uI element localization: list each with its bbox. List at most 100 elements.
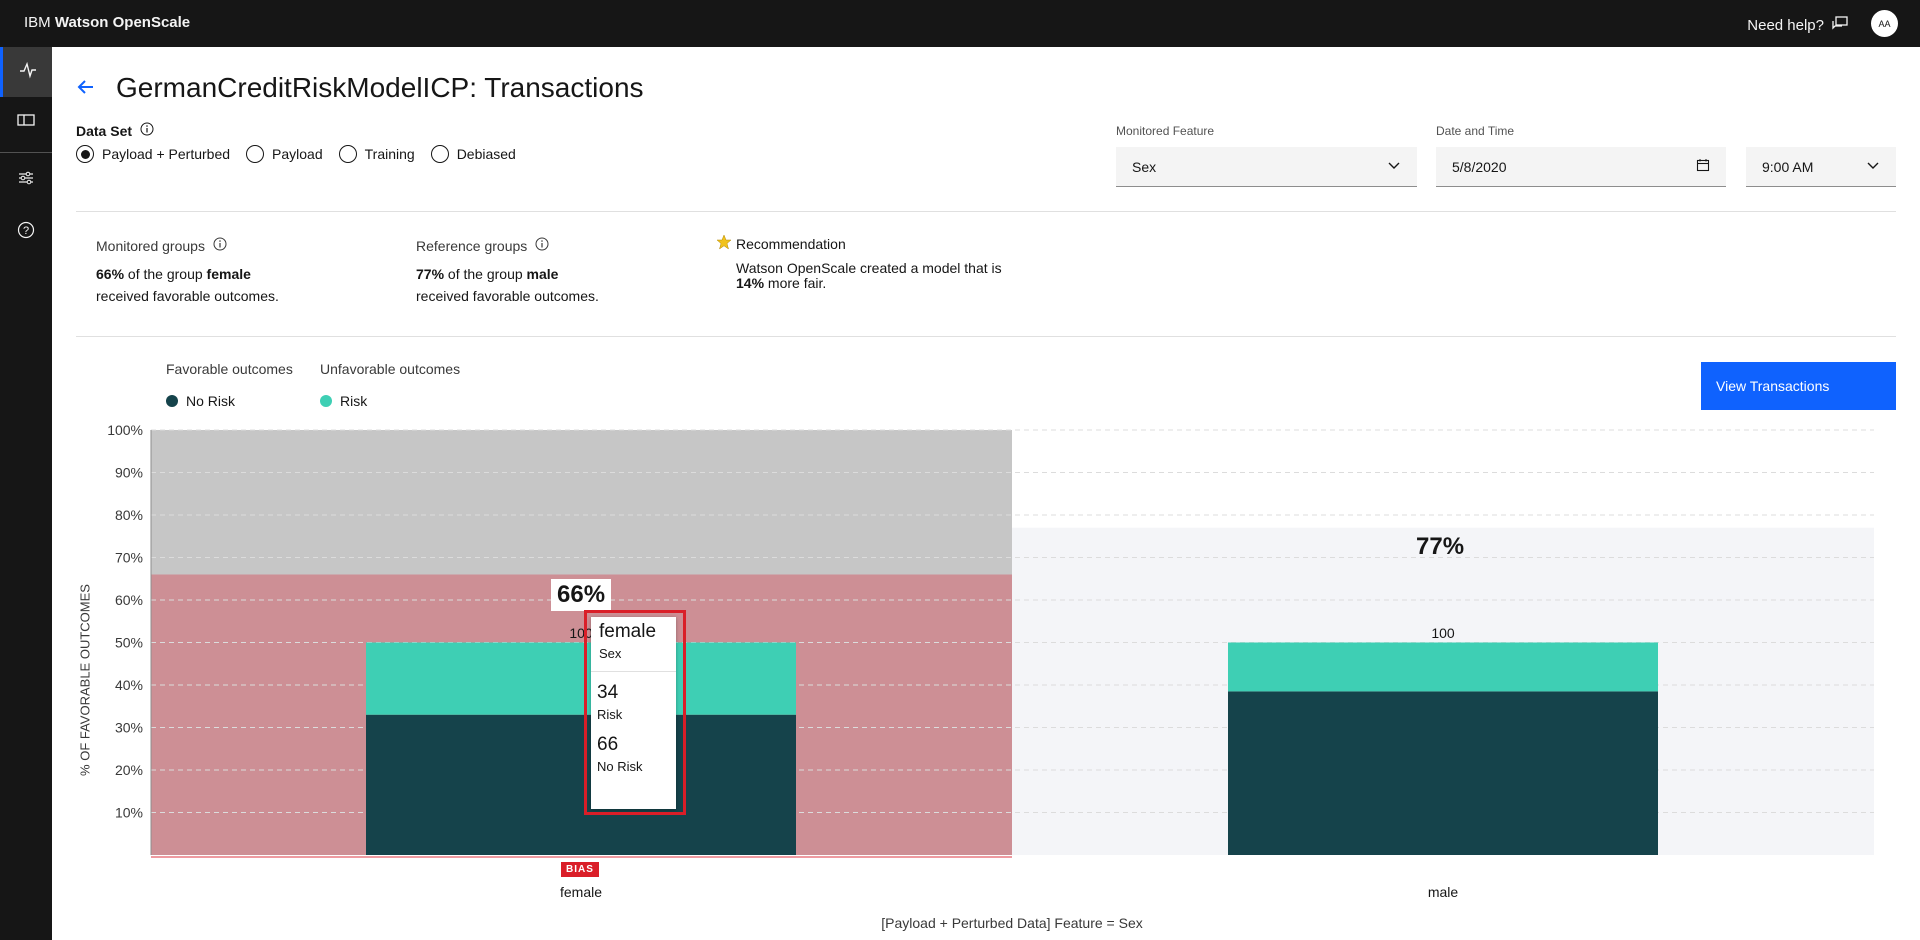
date-value: 5/8/2020 [1452,158,1507,175]
back-button[interactable] [76,77,96,102]
bar-risk [366,642,796,715]
nav-divider [0,152,52,153]
ticket-nav-button[interactable] [0,97,52,147]
radio-label: Payload + Perturbed [102,146,231,162]
legend-swatch-risk [320,395,332,407]
date-time-label: Date and Time [1436,124,1515,138]
x-category-female: female [559,884,603,900]
reference-text: of the group [447,266,523,282]
dataset-label: Data Set [76,122,154,139]
legend-favorable: Favorable outcomes No Risk [166,361,293,409]
legend-unfavorable: Unfavorable outcomes Risk [320,361,460,409]
chat-icon [1832,15,1848,35]
female-pct-label: 66% [551,579,612,611]
radio-training[interactable]: Training [338,145,415,163]
y-tick-label: 90% [115,465,143,481]
legend-favorable-label: Favorable outcomes [166,361,293,377]
radio-label: Debiased [456,146,516,162]
svg-text:?: ? [23,225,29,237]
divider [76,336,1896,337]
radio-payload-perturbed[interactable]: Payload + Perturbed [76,145,230,163]
info-icon[interactable] [213,235,227,257]
recommendation-text-2: more fair. [767,275,827,291]
brand[interactable]: IBM Watson OpenScale [24,14,190,31]
help-link[interactable]: Need help? [1747,15,1848,35]
y-tick-label: 10% [115,805,143,821]
reference-groups-summary: Reference groups 77% of the group male r… [416,235,599,307]
bias-badge: BIAS [561,862,599,877]
monitored-pct: 66% [96,266,125,282]
legend-unfavorable-label: Unfavorable outcomes [320,361,461,377]
reference-text-2: received favorable outcomes. [416,288,599,304]
chevron-down-icon [1387,158,1401,175]
radio-selected-indicator[interactable] [76,145,94,163]
info-icon[interactable] [535,235,549,257]
reference-group: male [526,266,559,282]
y-tick-label: 100% [107,422,143,438]
info-icon[interactable] [140,122,154,139]
dataset-radio-group: Payload + Perturbed Payload Training Deb… [76,145,516,163]
settings-nav-button[interactable] [0,155,52,205]
monitored-group: female [206,266,251,282]
radio-indicator[interactable] [246,145,265,163]
y-tick-label: 50% [115,635,143,651]
arrow-left-icon [76,80,96,101]
insights-nav-button[interactable] [0,47,52,97]
view-transactions-button[interactable]: View Transactions [1701,362,1896,410]
radio-label: Payload [272,146,323,162]
help-nav-button[interactable]: ? [0,207,52,257]
y-tick-label: 20% [115,762,143,778]
bar-top-label: 100 [1431,625,1455,641]
y-tick-label: 30% [115,720,143,736]
reference-pct: 77% [416,266,445,282]
y-axis-title: % OF FAVORABLE OUTCOMES [77,584,93,776]
monitored-feature-label: Monitored Feature [1116,124,1215,138]
male-pct-label: 77% [1416,533,1465,560]
chevron-down-icon [1866,158,1880,175]
side-nav: ? [0,47,52,940]
x-category-male: male [1427,884,1459,900]
legend-risk: Risk [340,393,368,409]
sliders-icon [17,169,35,192]
calendar-icon[interactable] [1696,158,1710,175]
dataset-label-text: Data Set [76,122,133,139]
question-icon: ? [17,221,35,244]
y-tick-label: 60% [115,592,143,608]
bar-no-risk [366,714,796,855]
y-tick-label: 40% [115,677,143,693]
date-input[interactable]: 5/8/2020 [1436,147,1726,187]
radio-label: Training [364,146,415,162]
bar-risk [1228,642,1658,692]
avatar[interactable]: AA [1871,10,1898,37]
time-select[interactable]: 9:00 AM [1746,147,1896,187]
y-tick-label: 70% [115,550,143,566]
monitored-feature-select[interactable]: Sex [1116,147,1417,187]
bar-no-risk [1228,691,1658,855]
recommendation-pct: 14% [736,275,765,291]
pulse-icon [19,61,37,84]
monitored-groups-summary: Monitored groups 66% of the group female… [96,235,279,307]
recommendation-text: Watson OpenScale created a model that is [736,260,1002,276]
monitored-feature-value: Sex [1132,158,1157,175]
time-value: 9:00 AM [1762,158,1814,175]
monitored-groups-label: Monitored groups [96,238,205,254]
x-axis-title: [Payload + Perturbed Data] Feature = Sex [881,915,1143,931]
page-title: GermanCreditRiskModelICP: Transactions [116,72,644,103]
radio-indicator[interactable] [430,145,449,163]
help-label: Need help? [1747,16,1824,34]
radio-indicator[interactable] [338,145,357,163]
top-bar: IBM Watson OpenScale Need help? AA [0,0,1920,47]
highlight-box [584,610,686,815]
legend-no-risk: No Risk [186,393,236,409]
y-tick-label: 80% [115,507,143,523]
unfavorable-region [151,430,1012,575]
radio-payload[interactable]: Payload [246,145,323,163]
radio-debiased[interactable]: Debiased [430,145,516,163]
legend-swatch-no-risk [166,395,178,407]
monitored-text: of the group [127,266,203,282]
bar-chart: 10% 20% 30% 40% 50% 60% 70% 80% 90% 100% [107,422,1874,858]
monitored-text-2: received favorable outcomes. [96,288,279,304]
divider [76,211,1896,212]
ticket-icon [17,111,35,134]
reference-groups-label: Reference groups [416,238,528,254]
